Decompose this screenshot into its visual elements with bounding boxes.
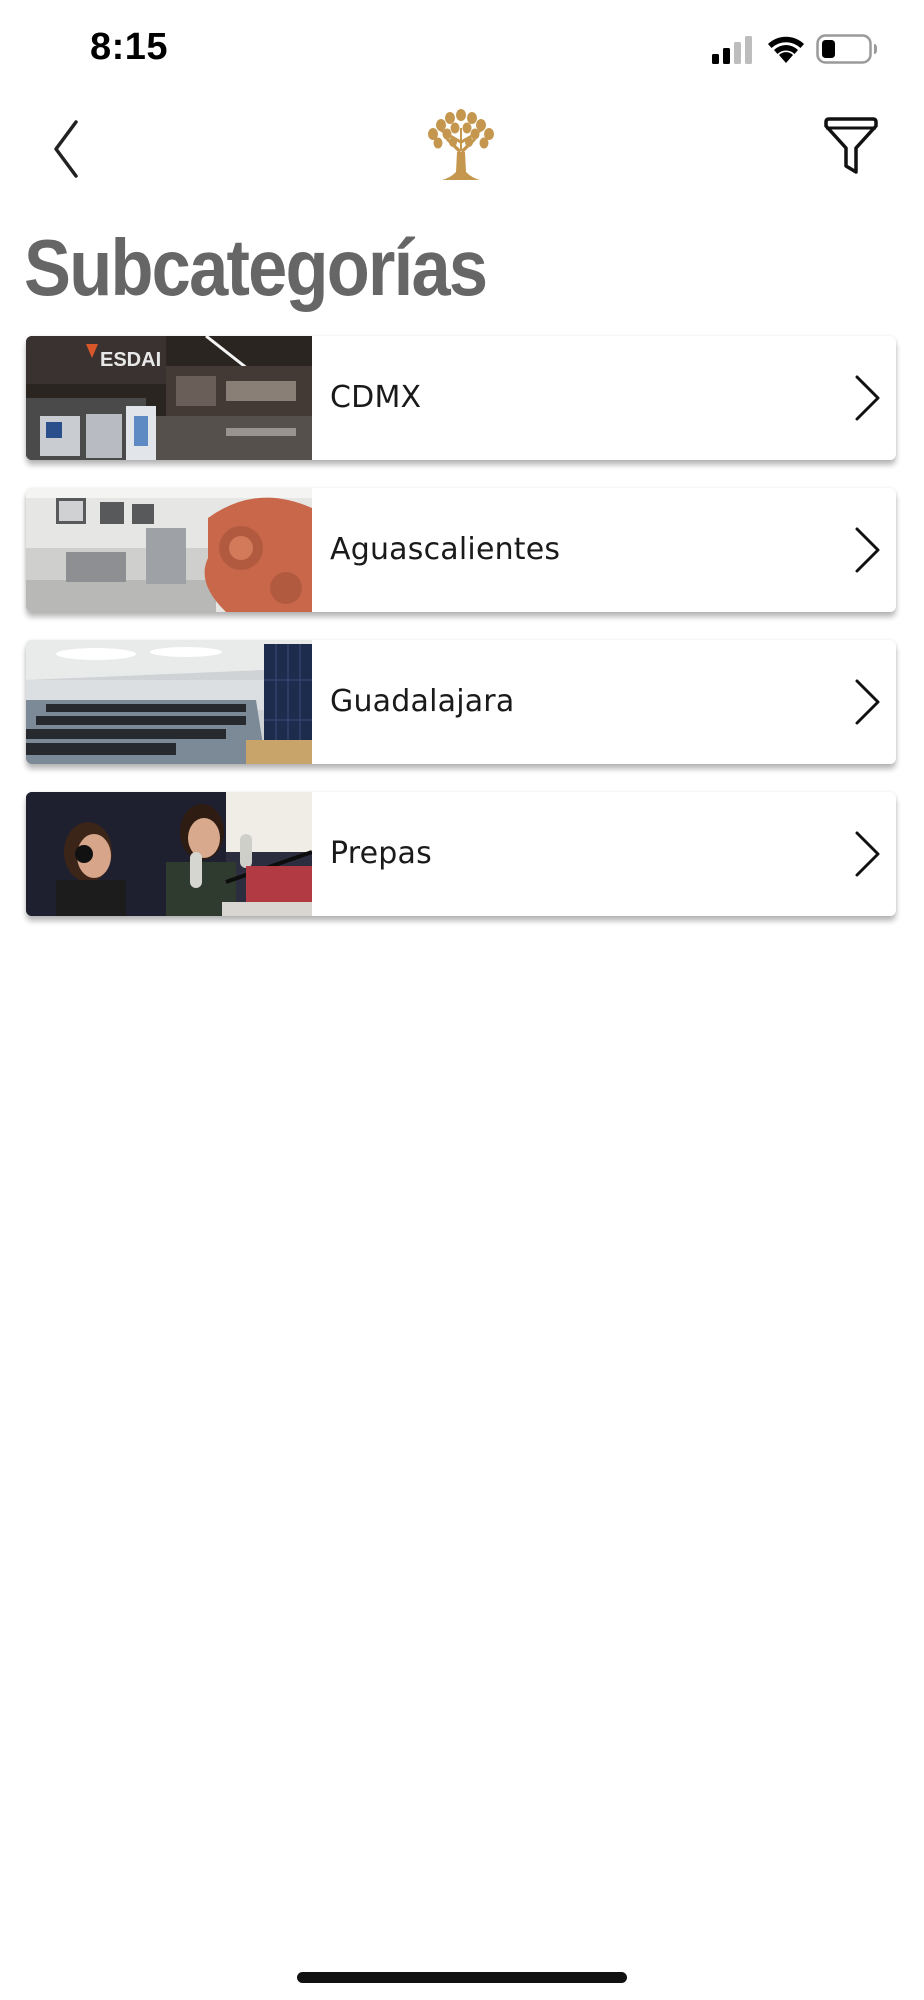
status-time: 8:15	[90, 26, 169, 68]
subcategory-item-aguascalientes[interactable]: Aguascalientes	[26, 488, 896, 612]
subcategory-item-cdmx[interactable]: ESDAI CDMX	[26, 336, 896, 460]
subcategory-label: Aguascalientes	[330, 532, 561, 567]
radio-studio-photo	[26, 792, 312, 916]
kitchen-lab-photo: ESDAI	[26, 336, 312, 460]
svg-text:ESDAI: ESDAI	[100, 349, 161, 371]
navigation-bar	[0, 100, 924, 200]
subcategory-list: ESDAI CDMX Aguascalientes Guadalajara Pr…	[26, 336, 896, 944]
chevron-right-icon	[855, 679, 880, 725]
subcategory-label: CDMX	[330, 380, 422, 415]
chevron-right-icon	[855, 375, 880, 421]
subcategory-label: Prepas	[330, 836, 432, 871]
funnel-filter-icon[interactable]	[822, 116, 880, 176]
subcategory-label: Guadalajara	[330, 684, 515, 719]
cellular-signal-icon	[712, 36, 752, 64]
tree-logo-icon	[428, 109, 494, 180]
back-chevron-icon[interactable]	[44, 116, 88, 182]
subcategory-item-guadalajara[interactable]: Guadalajara	[26, 640, 896, 764]
battery-icon	[816, 34, 877, 64]
auditorium-photo	[26, 640, 312, 764]
chevron-right-icon	[855, 527, 880, 573]
status-bar: 8:15	[0, 0, 924, 100]
page-title: Subcategorías	[24, 223, 488, 312]
home-indicator	[297, 1972, 627, 1983]
wifi-icon	[768, 36, 804, 63]
robotics-lab-photo	[26, 488, 312, 612]
subcategory-item-prepas[interactable]: Prepas	[26, 792, 896, 916]
chevron-right-icon	[855, 831, 880, 877]
